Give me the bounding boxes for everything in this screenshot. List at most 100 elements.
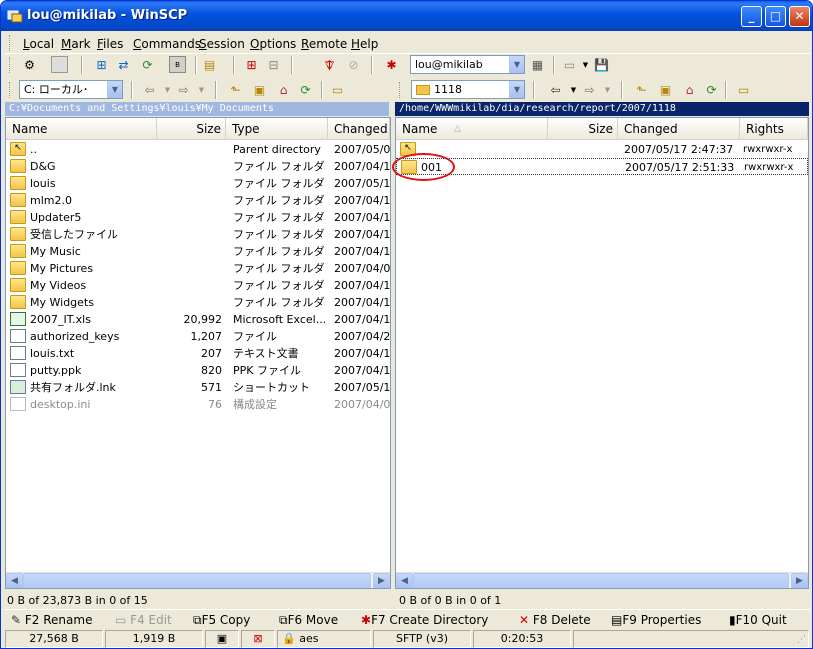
close-button[interactable]: ✕ bbox=[789, 6, 810, 27]
remote-file-row[interactable]: 001 2007/05/17 2:51:33 rwxrwxr-x bbox=[396, 158, 808, 175]
scroll-left-icon[interactable]: ◀ bbox=[6, 573, 23, 588]
remote-col-size[interactable]: Size bbox=[548, 118, 618, 140]
parent-directory-icon[interactable]: ⬑ bbox=[227, 81, 244, 98]
select-files-icon[interactable]: ⊞ bbox=[243, 56, 260, 73]
forward-arrow-icon[interactable]: ⇨ bbox=[581, 81, 598, 98]
toolbar-grip[interactable] bbox=[9, 57, 12, 73]
session-manager-icon[interactable]: ▦ bbox=[529, 56, 546, 73]
home-icon[interactable]: ⌂ bbox=[275, 81, 292, 98]
local-file-row[interactable]: 受信したファイル ファイル フォルダ 2007/04/1 bbox=[6, 226, 390, 243]
queue-icon[interactable] bbox=[51, 56, 68, 73]
local-col-name[interactable]: Name bbox=[6, 118, 157, 140]
scrollbar-thumb[interactable] bbox=[23, 573, 371, 588]
clear-selection-icon[interactable]: ⊘ bbox=[345, 56, 362, 73]
remote-col-name[interactable]: Name △ bbox=[396, 118, 548, 140]
home-icon[interactable]: ⌂ bbox=[681, 81, 698, 98]
local-file-row[interactable]: ↖.. Parent directory 2007/05/0 bbox=[6, 141, 390, 158]
forward-arrow-icon[interactable]: ⇨ bbox=[175, 81, 192, 98]
back-arrow-icon[interactable]: ⇦ bbox=[141, 81, 158, 98]
synchronize-browsing-icon[interactable]: ⇄ bbox=[115, 56, 132, 73]
open-session-icon[interactable]: ▤ bbox=[201, 56, 218, 73]
binary-transfer-icon[interactable]: B bbox=[169, 56, 186, 73]
local-file-row[interactable]: My Music ファイル フォルダ 2007/04/1 bbox=[6, 243, 390, 260]
compare-directories-icon[interactable]: ⊞ bbox=[93, 56, 110, 73]
local-file-row[interactable]: louis.txt 207 テキスト文書 2007/04/1 bbox=[6, 345, 390, 362]
local-file-row[interactable]: putty.ppk 820 PPK ファイル 2007/04/1 bbox=[6, 362, 390, 379]
remote-directory-combo[interactable]: 1118 ▼ bbox=[411, 80, 525, 99]
local-file-panel[interactable]: Name Size Type Changed ↖.. Parent directo… bbox=[5, 117, 391, 589]
f5-copy-button[interactable]: ⧉F5 Copy bbox=[193, 613, 250, 628]
local-col-size[interactable]: Size bbox=[157, 118, 226, 140]
scroll-right-icon[interactable]: ▶ bbox=[373, 573, 390, 588]
session-combo[interactable]: lou@mikilab ▼ bbox=[410, 55, 525, 74]
local-col-changed[interactable]: Changed bbox=[328, 118, 390, 140]
local-file-row[interactable]: mlm2.0 ファイル フォルダ 2007/04/1 bbox=[6, 192, 390, 209]
f10-quit-button[interactable]: ▮F10 Quit bbox=[729, 613, 787, 627]
new-session-icon[interactable]: ✱ bbox=[383, 56, 400, 73]
console-icon[interactable]: ▭ bbox=[561, 56, 578, 73]
scroll-left-icon[interactable]: ◀ bbox=[396, 573, 413, 588]
back-arrow-icon[interactable]: ⇦ bbox=[547, 81, 564, 98]
menu-session[interactable]: Session bbox=[199, 37, 245, 51]
open-directory-icon[interactable]: ▭ bbox=[329, 81, 346, 98]
chevron-down-icon[interactable]: ▼ bbox=[107, 81, 122, 98]
synchronize-icon[interactable]: ⟳ bbox=[139, 56, 156, 73]
back-dropdown-icon[interactable]: ▼ bbox=[565, 81, 582, 98]
resize-grip-icon[interactable]: ⋰ bbox=[797, 635, 806, 645]
disconnect-indicator[interactable]: ⊠ bbox=[241, 630, 275, 648]
remote-col-changed[interactable]: Changed bbox=[618, 118, 740, 140]
root-directory-icon[interactable]: ▣ bbox=[251, 81, 268, 98]
root-directory-icon[interactable]: ▣ bbox=[657, 81, 674, 98]
f9-properties-button[interactable]: ▤F9 Properties bbox=[611, 613, 701, 627]
menu-help[interactable]: Help bbox=[351, 37, 378, 51]
remote-file-row[interactable]: ↖ 2007/05/17 2:47:37 rwxrwxr-x bbox=[396, 141, 808, 158]
local-file-row[interactable]: My Pictures ファイル フォルダ 2007/04/0 bbox=[6, 260, 390, 277]
local-file-row[interactable]: Updater5 ファイル フォルダ 2007/04/1 bbox=[6, 209, 390, 226]
menu-grip[interactable] bbox=[9, 35, 12, 51]
refresh-icon[interactable]: ⟳ bbox=[703, 81, 720, 98]
maximize-button[interactable]: □ bbox=[765, 6, 786, 27]
compression-indicator[interactable]: ▣ bbox=[205, 630, 239, 648]
local-file-row[interactable]: 2007_IT.xls 20,992 Microsoft Excel... 2007/… bbox=[6, 311, 390, 328]
save-session-icon[interactable]: 💾 bbox=[593, 56, 610, 73]
menu-mark[interactable]: Mark bbox=[61, 37, 91, 51]
local-file-row[interactable]: 共有フォルダ.lnk 571 ショートカット 2007/05/1 bbox=[6, 379, 390, 396]
f2-rename-button[interactable]: ✎ F2 Rename bbox=[11, 613, 92, 627]
console-dropdown-icon[interactable]: ▼ bbox=[577, 56, 594, 73]
local-horizontal-scrollbar[interactable]: ◀ ▶ bbox=[6, 572, 390, 588]
f8-delete-button[interactable]: ✕ F8 Delete bbox=[519, 613, 591, 627]
local-drive-combo[interactable]: C: ローカル･ ▼ bbox=[19, 80, 123, 99]
local-col-type[interactable]: Type bbox=[226, 118, 328, 140]
chevron-down-icon[interactable]: ▼ bbox=[509, 56, 524, 73]
left-navbar-grip[interactable] bbox=[9, 82, 12, 98]
remote-horizontal-scrollbar[interactable]: ◀ ▶ bbox=[396, 572, 808, 588]
open-directory-icon[interactable]: ▭ bbox=[735, 81, 752, 98]
local-file-row[interactable]: D&G ファイル フォルダ 2007/04/1 bbox=[6, 158, 390, 175]
scrollbar-thumb[interactable] bbox=[413, 573, 789, 588]
chevron-down-icon[interactable]: ▼ bbox=[509, 81, 524, 98]
local-file-row[interactable]: louis ファイル フォルダ 2007/05/1 bbox=[6, 175, 390, 192]
scroll-right-icon[interactable]: ▶ bbox=[791, 573, 808, 588]
parent-directory-icon[interactable]: ⬑ bbox=[633, 81, 650, 98]
back-dropdown-icon[interactable]: ▼ bbox=[159, 81, 176, 98]
local-file-row[interactable]: My Videos ファイル フォルダ 2007/04/1 bbox=[6, 277, 390, 294]
remote-col-rights[interactable]: Rights bbox=[740, 118, 808, 140]
menu-local[interactable]: Local bbox=[23, 37, 54, 51]
f7-create-directory-button[interactable]: ✱F7 Create Directory bbox=[361, 613, 488, 627]
local-file-row[interactable]: desktop.ini 76 構成設定 2007/04/0 bbox=[6, 396, 390, 413]
refresh-icon[interactable]: ⟳ bbox=[297, 81, 314, 98]
remote-file-panel[interactable]: Name △ Size Changed Rights ↖ 2007/05/17 2:… bbox=[395, 117, 809, 589]
local-file-row[interactable]: My Widgets ファイル フォルダ 2007/04/1 bbox=[6, 294, 390, 311]
forward-dropdown-icon[interactable]: ▼ bbox=[193, 81, 210, 98]
minimize-button[interactable]: _ bbox=[741, 6, 762, 27]
right-navbar-grip[interactable] bbox=[399, 82, 402, 98]
forward-dropdown-icon[interactable]: ▼ bbox=[599, 81, 616, 98]
unselect-files-icon[interactable]: ⊟ bbox=[265, 56, 282, 73]
menu-options[interactable]: Options bbox=[250, 37, 296, 51]
menu-commands[interactable]: Commands bbox=[133, 37, 201, 51]
menu-remote[interactable]: Remote bbox=[301, 37, 347, 51]
menu-files[interactable]: Files bbox=[97, 37, 123, 51]
title-bar[interactable]: lou@mikilab - WinSCP _ □ ✕ bbox=[1, 1, 812, 31]
local-file-row[interactable]: authorized_keys 1,207 ファイル 2007/04/2 bbox=[6, 328, 390, 345]
f4-edit-button[interactable]: ▭ F4 Edit bbox=[115, 613, 172, 627]
